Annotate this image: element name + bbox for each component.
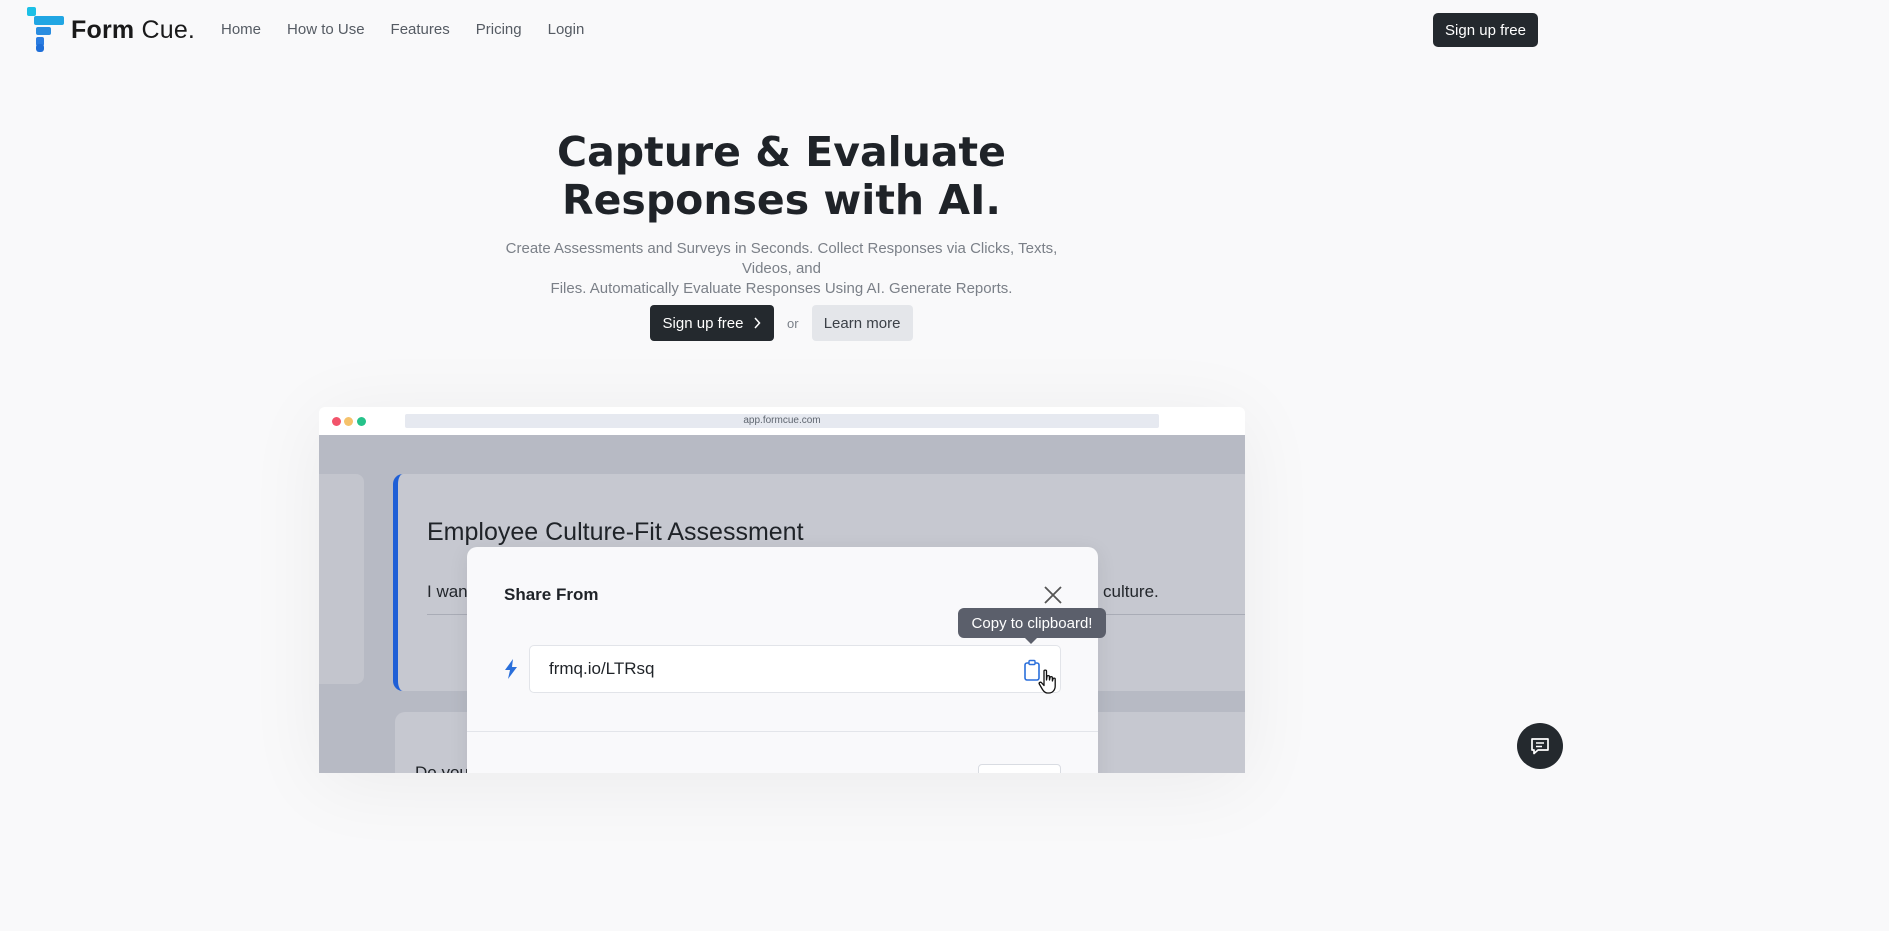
chat-icon [1531,738,1549,755]
question-text: Do you [415,763,469,773]
browser-chrome: app.formcue.com [319,407,1245,435]
hero-title: Capture & Evaluate Responses with AI. [0,128,1563,224]
form-cue-logo-icon [27,7,65,53]
hero-title-line-2: Responses with AI. [562,176,1001,224]
form-description: I want [427,582,473,601]
modal-title: Share From [504,585,599,604]
form-description-end: culture. [1103,582,1159,601]
logo-text: Form Cue. [71,15,196,44]
nav-signup-button[interactable]: Sign up free [1433,13,1538,47]
chat-widget-button[interactable] [1517,723,1563,769]
nav-link-how-to-use[interactable]: How to Use [287,20,365,40]
window-maximize-dot [357,417,366,426]
nav-link-login[interactable]: Login [548,20,585,40]
share-link-text: frmq.io/LTRsq [549,659,655,678]
hero-title-line-1: Capture & Evaluate [557,128,1006,176]
hero-subtitle-line-1: Create Assessments and Surveys in Second… [505,240,1058,277]
modal-action-button[interactable] [978,764,1061,773]
chevron-right-icon [754,317,761,329]
nav-link-pricing[interactable]: Pricing [476,20,522,40]
form-title: Employee Culture-Fit Assessment [427,518,804,546]
nav-links: Home How to Use Features Pricing Login [221,20,584,40]
window-minimize-dot [344,417,353,426]
share-modal: Share From frmq.io/LTRsq Copy to clipboa… [467,547,1106,773]
logo[interactable]: Form Cue. [27,7,195,53]
close-icon[interactable] [1041,583,1065,607]
learn-more-button[interactable]: Learn more [811,305,913,341]
address-bar: app.formcue.com [405,414,1159,428]
lightning-bolt-icon [505,659,517,679]
window-close-dot [332,417,341,426]
nav-link-home[interactable]: Home [221,20,261,40]
share-link-field[interactable]: frmq.io/LTRsq [529,645,1061,693]
hero-subtitle-line-2: Files. Automatically Evaluate Responses … [550,280,1013,297]
hero-subtitle: Create Assessments and Surveys in Second… [480,239,1083,299]
copy-tooltip: Copy to clipboard! [958,608,1106,644]
top-nav: Form Cue. Home How to Use Features Prici… [0,0,1568,60]
app-preview-mockup: app.formcue.com Employee Culture-Fit Ass… [319,407,1245,773]
hero-actions: Sign up free or Learn more [650,305,913,341]
hand-pointer-icon [1038,669,1056,694]
side-panel [319,474,364,684]
hero-signup-button[interactable]: Sign up free [650,305,774,341]
or-separator: or [787,315,799,331]
modal-divider [467,731,1098,732]
hero-signup-label: Sign up free [662,314,744,332]
preview-body: Employee Culture-Fit Assessment I want c… [319,435,1245,773]
nav-link-features[interactable]: Features [391,20,450,40]
